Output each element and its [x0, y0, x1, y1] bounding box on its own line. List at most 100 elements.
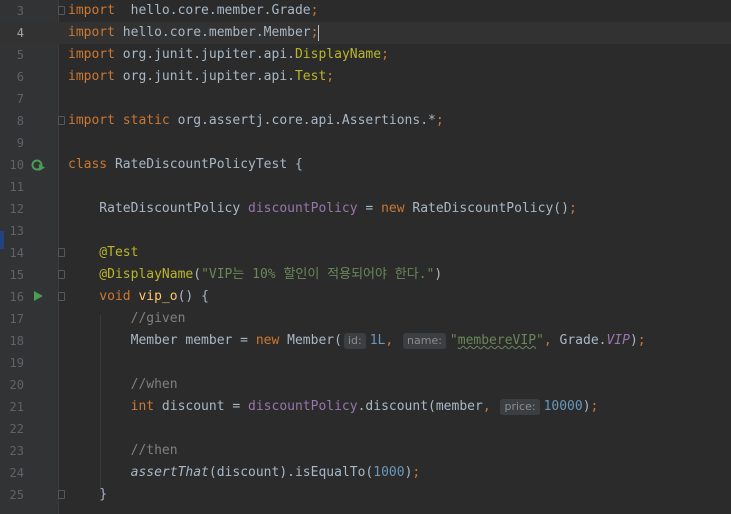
fold-toggle-icon[interactable]	[58, 6, 65, 15]
code-token: class	[68, 157, 108, 172]
line-number: 24	[9, 466, 24, 480]
line-number: 11	[9, 180, 24, 194]
code-token: 1000	[373, 465, 405, 480]
code-token: import	[68, 25, 115, 40]
code-token: Member member =	[68, 333, 256, 348]
code-text: @Test	[68, 242, 138, 264]
code-text: //given	[68, 308, 186, 330]
fold-toggle-icon[interactable]	[58, 490, 65, 499]
code-text: }	[68, 484, 107, 506]
code-line-7[interactable]: 7	[0, 88, 731, 110]
code-line-17[interactable]: 17 //given	[0, 308, 731, 330]
code-token: //when	[68, 377, 178, 392]
parameter-hint: id:	[343, 333, 366, 349]
line-number: 8	[16, 114, 24, 128]
code-token: import	[68, 3, 115, 18]
code-line-25[interactable]: 25 }	[0, 484, 731, 506]
code-token: ;	[326, 69, 335, 84]
code-token: =	[357, 201, 382, 216]
code-token: //then	[68, 443, 178, 458]
code-line-12[interactable]: 12 RateDiscountPolicy discountPolicy = n…	[0, 198, 731, 220]
code-line-23[interactable]: 23 //then	[0, 440, 731, 462]
text-caret	[318, 24, 320, 41]
code-token: ;	[310, 3, 319, 18]
code-token: import	[68, 69, 115, 84]
code-token: ;	[590, 399, 599, 414]
code-line-16[interactable]: 16 void vip_o() {	[0, 286, 731, 308]
code-line-18[interactable]: 18 Member member = new Member(id: 1L, nam…	[0, 330, 731, 352]
code-line-5[interactable]: 5 import org.junit.jupiter.api.DisplayNam…	[0, 44, 731, 66]
fold-toggle-icon[interactable]	[58, 270, 65, 279]
fold-toggle-icon[interactable]	[58, 116, 65, 125]
code-line-6[interactable]: 6 import org.junit.jupiter.api.Test;	[0, 66, 731, 88]
line-number: 17	[9, 312, 24, 326]
code-token: hello.core.member.Member	[114, 25, 311, 40]
line-number: 16	[9, 290, 24, 304]
code-token: //given	[68, 311, 186, 326]
code-text: import hello.core.member.Grade;	[68, 0, 318, 22]
line-number: 12	[9, 202, 24, 216]
code-line-21[interactable]: 21 int discount = discountPolicy.discoun…	[0, 396, 731, 418]
code-line-13[interactable]: 13	[0, 220, 731, 242]
line-number: 21	[9, 400, 24, 414]
code-token: Test	[294, 69, 327, 84]
parameter-hint: price:	[500, 399, 540, 415]
code-line-10[interactable]: 10 class RateDiscountPolicyTest {	[0, 154, 731, 176]
code-line-9[interactable]: 9	[0, 132, 731, 154]
code-token: new	[381, 201, 405, 216]
code-token: ;	[637, 333, 646, 348]
code-token: ,	[543, 333, 552, 348]
code-text: //then	[68, 440, 178, 462]
line-number: 4	[16, 26, 24, 40]
code-token: (discount).isEqualTo(	[208, 465, 374, 480]
code-line-20[interactable]: 20 //when	[0, 374, 731, 396]
code-line-4[interactable]: 4 import hello.core.member.Member;	[0, 22, 731, 44]
code-text: import static org.assertj.core.api.Asser…	[68, 110, 444, 132]
code-token: )	[582, 399, 591, 414]
code-token: ;	[568, 201, 577, 216]
code-line-11[interactable]: 11	[0, 176, 731, 198]
code-token: (	[193, 267, 202, 282]
code-token: discountPolicy	[248, 399, 358, 414]
code-text: assertThat(discount).isEqualTo(1000);	[68, 462, 421, 484]
code-token: ;	[412, 465, 421, 480]
code-line-15[interactable]: 15 @DisplayName("VIP는 10% 할인이 적용되어야 한다."…	[0, 264, 731, 286]
code-line-19[interactable]: 19	[0, 352, 731, 374]
code-text: RateDiscountPolicy discountPolicy = new …	[68, 198, 577, 220]
code-token: int	[68, 399, 155, 414]
code-token: discount =	[154, 399, 249, 414]
code-token: .discount(member	[357, 399, 483, 414]
fold-toggle-icon[interactable]	[58, 292, 65, 301]
line-number: 25	[9, 488, 24, 502]
code-token: discountPolicy	[248, 201, 358, 216]
run-test-icon[interactable]	[34, 291, 43, 301]
code-token: ;	[310, 25, 319, 40]
parameter-hint: name:	[403, 333, 446, 349]
code-token: @Test	[68, 245, 139, 260]
code-token: ,	[385, 333, 402, 348]
line-number: 14	[9, 246, 24, 260]
line-number: 22	[9, 422, 24, 436]
line-number: 10	[9, 158, 24, 172]
code-line-8[interactable]: 8 import static org.assertj.core.api.Asse…	[0, 110, 731, 132]
code-line-22[interactable]: 22	[0, 418, 731, 440]
code-line-3[interactable]: 3 import hello.core.member.Grade;	[0, 0, 731, 22]
code-text: import org.junit.jupiter.api.DisplayName…	[68, 44, 389, 66]
code-line-14[interactable]: 14 @Test	[0, 242, 731, 264]
code-token: }	[68, 487, 108, 502]
code-token: "VIP는 10% 할인이 적용되어야 한다."	[201, 267, 435, 282]
code-text: import org.junit.jupiter.api.Test;	[68, 66, 334, 88]
code-token: ,	[482, 399, 499, 414]
line-number: 23	[9, 444, 24, 458]
code-token: RateDiscountPolicy()	[404, 201, 569, 216]
code-token: void	[68, 289, 131, 304]
line-number: 7	[16, 92, 24, 106]
code-token: DisplayName	[294, 47, 382, 62]
code-line-24[interactable]: 24 assertThat(discount).isEqualTo(1000);	[0, 462, 731, 484]
fold-toggle-icon[interactable]	[58, 248, 65, 257]
code-text: import hello.core.member.Member;	[68, 22, 320, 44]
code-token: RateDiscountPolicyTest {	[107, 157, 303, 172]
code-token: new	[255, 333, 280, 348]
run-class-icon[interactable]	[31, 158, 45, 172]
code-token: ;	[381, 47, 389, 62]
